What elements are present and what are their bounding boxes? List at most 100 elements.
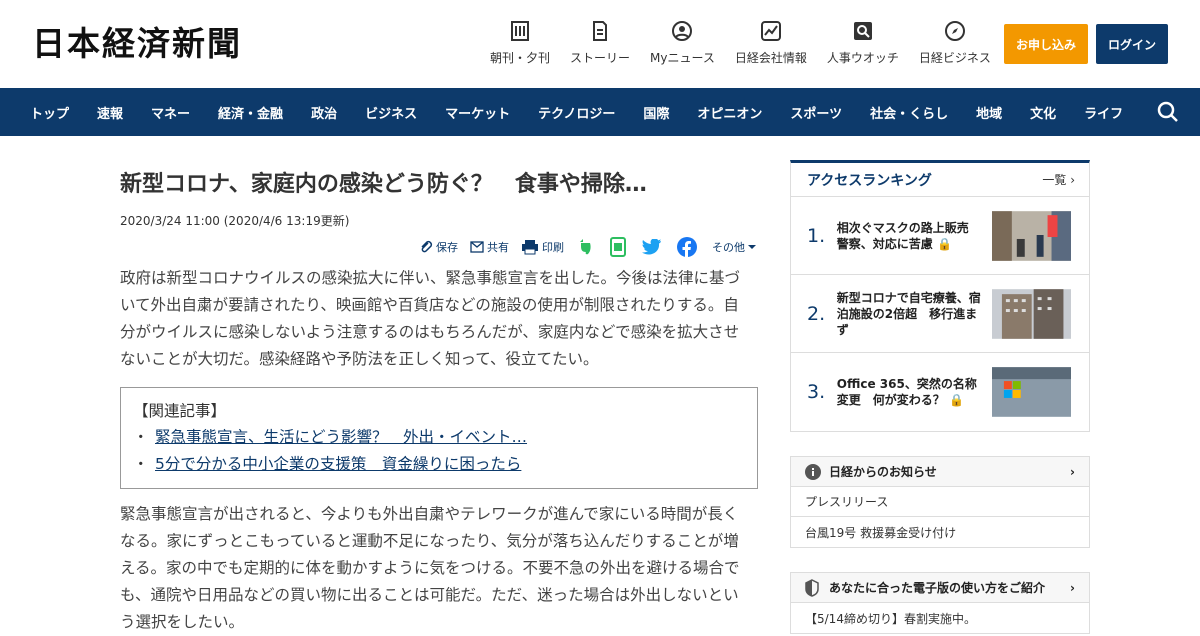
nikkei-logo[interactable]: 日本経済新聞 <box>32 26 242 62</box>
header-link-label: ストーリー <box>570 51 631 65</box>
ranking-item[interactable]: 1. 相次ぐマスクの路上販売 警察、対応に苦慮 🔒 <box>791 197 1089 275</box>
nav-item[interactable]: 文化 <box>1016 103 1070 122</box>
related-item: ・ 5分で分かる中小企業の支援策 資金繰りに困ったら <box>133 451 745 478</box>
article: 新型コロナ、家庭内の感染どう防ぐ？ 食事や掃除… 2020/3/24 11:00… <box>120 160 760 636</box>
ranking-more-link[interactable]: 一覧 › <box>1042 171 1075 188</box>
save-button[interactable]: 保存 <box>419 239 458 255</box>
header-link-label: 日経会社情報 <box>734 51 807 65</box>
info-icon <box>805 463 821 480</box>
related-articles-box: 【関連記事】 ・緊急事態宣言、生活にどう影響？ 外出・イベント… ・ 5分で分かる… <box>120 387 758 489</box>
header-link-label: 朝刊・夕刊 <box>490 51 551 65</box>
nav-item[interactable]: テクノロジー <box>524 103 629 122</box>
nav-item[interactable]: マネー <box>137 103 204 122</box>
header-link-newspaper[interactable]: 朝刊・夕刊 <box>490 20 550 66</box>
rank-number: 1. <box>807 224 826 247</box>
compass-icon <box>944 21 965 41</box>
header-link-label: 人事ウオッチ <box>826 51 899 65</box>
nav-item[interactable]: 国際 <box>629 103 683 122</box>
chevron-right-icon: › <box>1070 580 1075 595</box>
user-icon <box>672 21 693 41</box>
header-link-label: Myニュース <box>650 51 715 65</box>
header-icon-links: 朝刊・夕刊 ストーリー Myニュース 日経会社情報 人事ウオッチ 日経ビジネス <box>490 20 1011 66</box>
rank-number: 2. <box>807 302 826 325</box>
street-photo-thumbnail <box>991 210 1071 261</box>
nav-item[interactable]: 地域 <box>962 103 1016 122</box>
document-icon <box>593 21 608 41</box>
notice-title: 日経からのお知らせ <box>829 465 937 479</box>
nav-item[interactable]: トップ <box>0 103 83 122</box>
notice-item[interactable]: プレスリリース <box>791 487 1089 517</box>
rank-text: 相次ぐマスクの路上販売 警察、対応に苦慮 <box>836 220 981 251</box>
nav-item[interactable]: 速報 <box>83 103 137 122</box>
nikkei-notice-box: 日経からのお知らせ › プレスリリース 台風19号 救援募金受け付け <box>790 456 1090 548</box>
facebook-icon <box>677 237 697 257</box>
search-icon[interactable] <box>1156 100 1180 124</box>
facebook-button[interactable] <box>677 237 700 257</box>
related-link[interactable]: 緊急事態宣言、生活にどう影響？ 外出・イベント… <box>155 424 527 451</box>
chart-icon <box>760 21 781 41</box>
note-icon <box>610 237 626 257</box>
article-tools: 保存 共有 印刷 その他 <box>120 237 760 257</box>
rank-number: 3. <box>807 381 826 403</box>
apply-button[interactable]: お申し込み <box>1004 24 1088 64</box>
ranking-header: アクセスランキング 一覧 › <box>791 163 1089 197</box>
related-heading: 【関連記事】 <box>133 402 227 420</box>
twitter-icon <box>642 239 661 255</box>
chevron-right-icon: › <box>1070 173 1075 187</box>
mail-icon <box>470 241 484 253</box>
twitter-button[interactable] <box>642 239 665 255</box>
header-link-business[interactable]: 日経ビジネス <box>919 20 991 66</box>
nav-item[interactable]: 社会・くらし <box>856 103 962 122</box>
nav-item[interactable]: オピニオン <box>683 103 776 122</box>
print-button[interactable]: 印刷 <box>521 239 564 255</box>
clip-icon <box>421 240 433 253</box>
shield-icon <box>805 578 819 597</box>
notice-item[interactable]: 台風19号 救援募金受け付け <box>791 517 1089 547</box>
lock-icon: 🔒 <box>948 393 964 407</box>
more-menu[interactable]: その他 <box>712 239 760 255</box>
guide-title-wrap: あなたに合った電子版の使い方をご紹介 <box>805 578 1046 597</box>
nav-item[interactable]: 経済・金融 <box>204 103 297 122</box>
ranking-item[interactable]: 3. Office 365、突然の名称変更 何が変わる？ 🔒 <box>791 353 1089 431</box>
rank-text-wrap: Office 365、突然の名称変更 何が変わる？ 🔒 <box>837 376 982 408</box>
header-link-mynews[interactable]: Myニュース <box>650 20 715 66</box>
header-link-jinji[interactable]: 人事ウオッチ <box>827 20 899 66</box>
search-person-icon <box>853 22 872 40</box>
ranking-title: アクセスランキング <box>807 172 932 189</box>
guide-item[interactable]: 【5/14締め切り】春割実施中。 <box>791 603 1089 633</box>
evernote-button[interactable] <box>576 238 597 256</box>
article-date: 2020/3/24 11:00 (2020/4/6 13:19更新) <box>120 214 350 228</box>
site-header: 日本経済新聞 朝刊・夕刊 ストーリー Myニュース 日経会社情報 人事ウオッチ … <box>0 0 1200 88</box>
caret-down-icon <box>748 245 756 249</box>
note-button[interactable] <box>609 237 630 257</box>
header-link-story[interactable]: ストーリー <box>570 20 630 66</box>
article-title: 新型コロナ、家庭内の感染どう防ぐ？ 食事や掃除… <box>120 172 647 197</box>
notice-header[interactable]: 日経からのお知らせ › <box>791 457 1089 487</box>
related-item: ・緊急事態宣言、生活にどう影響？ 外出・イベント… <box>133 424 745 451</box>
ranking-more-label: 一覧 <box>1042 173 1067 187</box>
save-label: 保存 <box>436 241 458 254</box>
ranking-item[interactable]: 2. 新型コロナで自宅療養、宿泊施設の2倍超 移行進まず <box>791 275 1089 353</box>
evernote-icon <box>580 239 591 255</box>
bullet: ・ <box>133 455 149 473</box>
nav-item[interactable]: ライフ <box>1070 103 1137 122</box>
header-link-company[interactable]: 日経会社情報 <box>735 20 807 66</box>
microsoft-sign-thumbnail <box>991 367 1071 417</box>
nav-item[interactable]: 政治 <box>297 103 351 122</box>
rank-text-wrap: 相次ぐマスクの路上販売 警察、対応に苦慮 🔒 <box>837 220 982 252</box>
bullet: ・ <box>133 428 149 446</box>
main-nav: トップ 速報 マネー 経済・金融 政治 ビジネス マーケット テクノロジー 国際… <box>0 88 1200 136</box>
access-ranking: アクセスランキング 一覧 › 1. 相次ぐマスクの路上販売 警察、対応に苦慮 🔒… <box>790 160 1090 432</box>
guide-title: あなたに合った電子版の使い方をご紹介 <box>829 581 1046 595</box>
header-link-label: 日経ビジネス <box>918 51 991 65</box>
related-link[interactable]: 5分で分かる中小企業の支援策 資金繰りに困ったら <box>155 451 521 478</box>
login-button[interactable]: ログイン <box>1096 24 1168 64</box>
share-button[interactable]: 共有 <box>470 239 509 255</box>
guide-header[interactable]: あなたに合った電子版の使い方をご紹介 › <box>791 573 1089 603</box>
nav-item[interactable]: スポーツ <box>776 103 856 122</box>
nav-item[interactable]: マーケット <box>431 103 524 122</box>
related-list: ・緊急事態宣言、生活にどう影響？ 外出・イベント… ・ 5分で分かる中小企業の支援… <box>133 424 745 478</box>
nav-item[interactable]: ビジネス <box>351 103 431 122</box>
article-body: 緊急事態宣言が出されると、今よりも外出自粛やテレワークが進んで家にいる時間が長く… <box>120 505 740 631</box>
share-label: 共有 <box>487 241 509 254</box>
